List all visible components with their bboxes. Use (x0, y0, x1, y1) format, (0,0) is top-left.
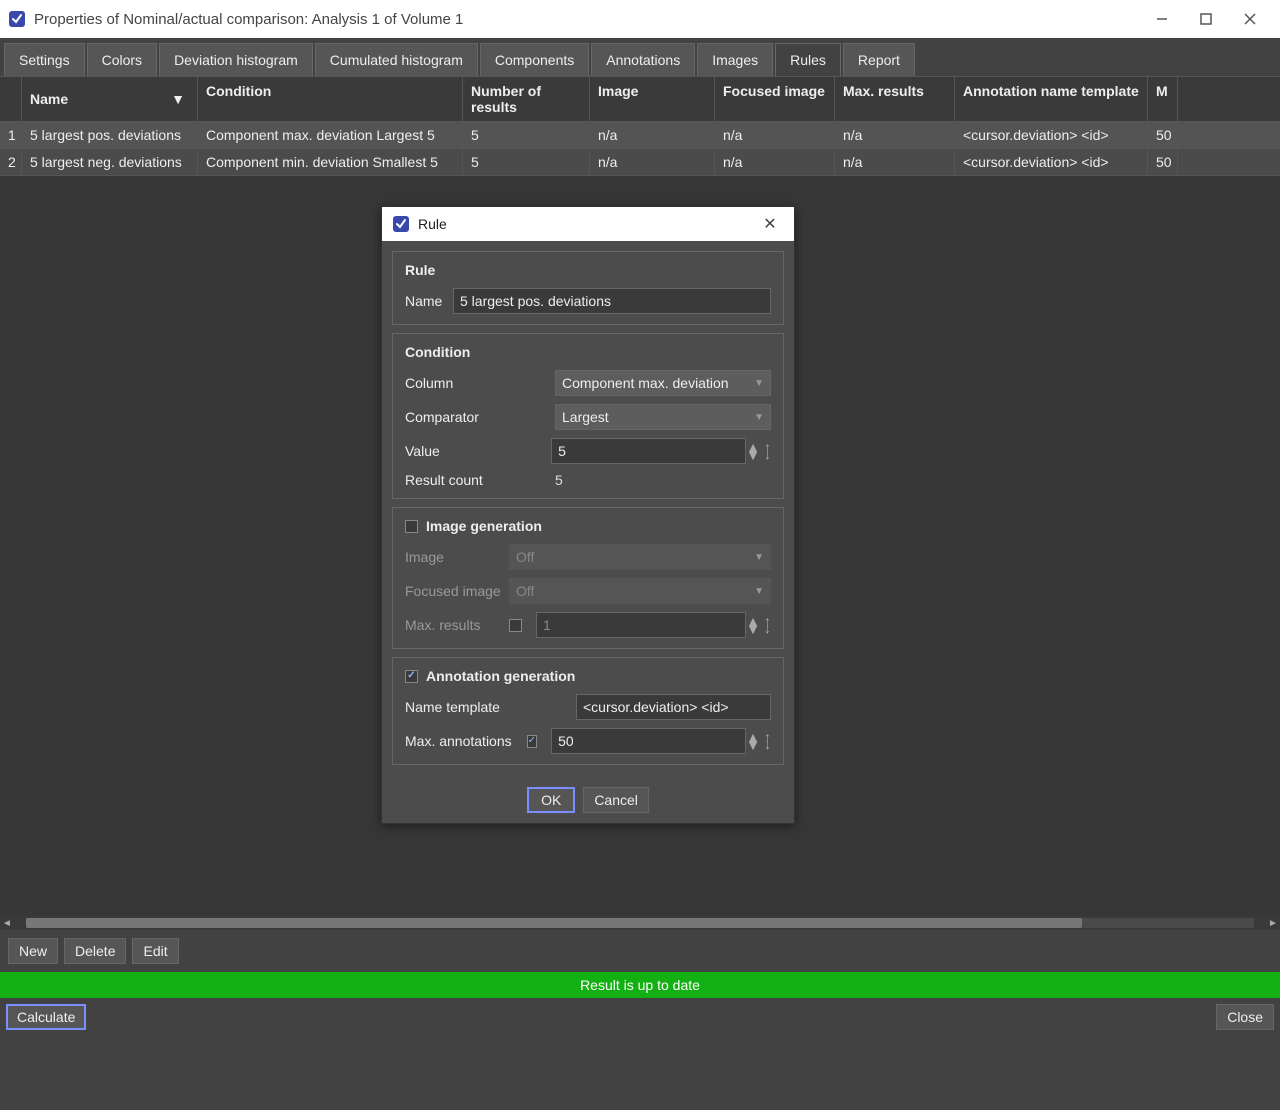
ok-button[interactable]: OK (527, 787, 575, 813)
column-select[interactable]: Component max. deviation▼ (555, 370, 771, 396)
new-button[interactable]: New (8, 938, 58, 964)
comparator-label: Comparator (405, 409, 555, 425)
imagegen-max-label: Max. results (405, 617, 509, 633)
template-label: Name template (405, 699, 576, 715)
imagegen-max-checkbox (509, 619, 522, 632)
anngen-section: Annotation generation Name template Max.… (392, 657, 784, 765)
calculate-button[interactable]: Calculate (6, 1004, 86, 1030)
chevron-down-icon: ▼ (754, 552, 764, 563)
image-select: Off▼ (509, 544, 771, 570)
tab-components[interactable]: Components (480, 43, 589, 76)
rule-section-title: Rule (405, 262, 771, 278)
anngen-max-spinner[interactable]: ▲▼ (746, 733, 760, 749)
delete-button[interactable]: Delete (64, 938, 126, 964)
tab-report[interactable]: Report (843, 43, 915, 76)
rule-dialog: Rule ✕ Rule Name Condition Column Compon… (381, 206, 795, 824)
tab-cumulated-histogram[interactable]: Cumulated histogram (315, 43, 478, 76)
anngen-checkbox[interactable] (405, 670, 418, 683)
column-label: Column (405, 375, 555, 391)
column-header-number-results[interactable]: Number of results (463, 77, 590, 121)
name-label: Name (405, 293, 453, 309)
edit-button[interactable]: Edit (132, 938, 178, 964)
column-header-max-results[interactable]: Max. results (835, 77, 955, 121)
step-control-icon: ↑↓ (764, 618, 771, 632)
tab-colors[interactable]: Colors (87, 43, 157, 76)
scroll-left-icon[interactable]: ◄ (0, 918, 14, 929)
tab-bar: Settings Colors Deviation histogram Cumu… (0, 38, 1280, 77)
dialog-title: Rule (418, 216, 756, 232)
column-header-annotation-template[interactable]: Annotation name template (955, 77, 1148, 121)
scroll-thumb[interactable] (26, 918, 1082, 928)
anngen-max-input[interactable] (551, 728, 746, 754)
chevron-down-icon: ▼ (754, 586, 764, 597)
table-row[interactable]: 2 5 largest neg. deviations Component mi… (0, 149, 1280, 176)
dialog-titlebar: Rule ✕ (382, 207, 794, 241)
resultcount-value: 5 (555, 472, 563, 488)
imagegen-section-title: Image generation (426, 518, 542, 534)
rule-section: Rule Name (392, 251, 784, 325)
column-header-index[interactable] (0, 77, 22, 121)
app-logo-icon (8, 10, 26, 28)
focused-image-select: Off▼ (509, 578, 771, 604)
column-header-focused-image[interactable]: Focused image (715, 77, 835, 121)
chevron-down-icon: ▼ (754, 412, 764, 423)
status-bar: Result is up to date (0, 972, 1280, 998)
value-spinner[interactable]: ▲▼ (746, 443, 760, 459)
anngen-section-title: Annotation generation (426, 668, 575, 684)
column-header-condition[interactable]: Condition (198, 77, 463, 121)
template-input[interactable] (576, 694, 771, 720)
imagegen-checkbox[interactable] (405, 520, 418, 533)
footer: Calculate Close (0, 998, 1280, 1036)
anngen-max-label: Max. annotations (405, 733, 527, 749)
resultcount-label: Result count (405, 472, 555, 488)
condition-section-title: Condition (405, 344, 771, 360)
tab-deviation-histogram[interactable]: Deviation histogram (159, 43, 313, 76)
anngen-max-checkbox[interactable] (527, 735, 537, 748)
table-row[interactable]: 1 5 largest pos. deviations Component ma… (0, 122, 1280, 149)
horizontal-scrollbar[interactable]: ◄ ► (0, 916, 1280, 930)
imagegen-max-spinner: ▲▼ (746, 617, 760, 633)
chevron-down-icon: ▼ (754, 378, 764, 389)
comparator-select[interactable]: Largest▼ (555, 404, 771, 430)
tab-settings[interactable]: Settings (4, 43, 85, 76)
column-header-m[interactable]: M (1148, 77, 1178, 121)
minimize-button[interactable] (1140, 0, 1184, 38)
window-title: Properties of Nominal/actual comparison:… (34, 11, 1140, 28)
imagegen-section: Image generation Image Off▼ Focused imag… (392, 507, 784, 649)
imagegen-max-input (536, 612, 746, 638)
tab-annotations[interactable]: Annotations (591, 43, 695, 76)
cancel-button[interactable]: Cancel (583, 787, 649, 813)
value-label: Value (405, 443, 551, 459)
scroll-right-icon[interactable]: ► (1266, 918, 1280, 929)
column-header-image[interactable]: Image (590, 77, 715, 121)
tab-rules[interactable]: Rules (775, 43, 841, 76)
name-input[interactable] (453, 288, 771, 314)
window-titlebar: Properties of Nominal/actual comparison:… (0, 0, 1280, 38)
value-input[interactable] (551, 438, 746, 464)
app-logo-icon (392, 215, 410, 233)
condition-section: Condition Column Component max. deviatio… (392, 333, 784, 499)
step-control-icon[interactable]: ↑↓ (764, 734, 771, 748)
column-header-name[interactable]: Name ▼ (22, 77, 198, 121)
focused-image-label: Focused image (405, 583, 509, 599)
close-window-button[interactable] (1228, 0, 1272, 38)
tab-images[interactable]: Images (697, 43, 773, 76)
image-label: Image (405, 549, 509, 565)
step-control-icon[interactable]: ↑↓ (764, 444, 771, 458)
close-icon[interactable]: ✕ (756, 214, 784, 234)
maximize-button[interactable] (1184, 0, 1228, 38)
rules-toolbar: New Delete Edit (0, 930, 1280, 972)
sort-desc-icon: ▼ (171, 91, 185, 107)
rules-table: Name ▼ Condition Number of results Image… (0, 77, 1280, 176)
close-button[interactable]: Close (1216, 1004, 1274, 1030)
